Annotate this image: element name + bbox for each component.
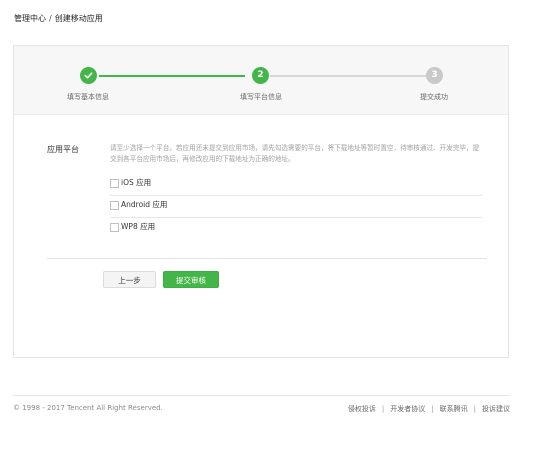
footer-separator: | — [473, 405, 476, 413]
submit-review-button[interactable]: 提交审核 — [163, 271, 219, 288]
step-1-label: 填写基本信息 — [67, 93, 109, 101]
footer-divider — [13, 395, 510, 396]
step-indicator: 2 3 填写基本信息 填写平台信息 提交成功 — [14, 46, 508, 115]
platform-option-wp8[interactable]: WP8 应用 — [110, 217, 482, 239]
step-1-check-icon — [80, 67, 97, 84]
platform-option-android[interactable]: Android 应用 — [110, 195, 482, 218]
footer-link-feedback[interactable]: 投诉建议 — [482, 405, 510, 413]
step-2-label: 填写平台信息 — [240, 93, 282, 101]
footer-separator: | — [381, 405, 385, 413]
ios-checkbox[interactable] — [110, 179, 119, 188]
footer-link-infringement[interactable]: 侵权投诉 — [348, 405, 376, 413]
breadcrumb: 管理中心 / 创建移动应用 — [14, 13, 103, 24]
breadcrumb-separator: / — [49, 14, 52, 23]
step-2-number: 2 — [252, 67, 269, 84]
ios-option-label[interactable]: iOS 应用 — [121, 177, 151, 188]
form-divider — [47, 258, 487, 259]
platform-field-label: 应用平台 — [47, 145, 79, 154]
platform-option-ios[interactable]: iOS 应用 — [110, 173, 482, 196]
breadcrumb-parent-link[interactable]: 管理中心 — [14, 14, 46, 23]
footer-link-contact-tencent[interactable]: 联系腾讯 — [440, 405, 468, 413]
copyright-text: © 1998 - 2017 Tencent All Right Reserved… — [13, 404, 163, 412]
footer-links: 侵权投诉 | 开发者协议 | 联系腾讯 | 投诉建议 — [348, 404, 510, 414]
breadcrumb-current: 创建移动应用 — [54, 14, 103, 23]
step-3-label: 提交成功 — [420, 93, 448, 101]
android-checkbox[interactable] — [110, 201, 119, 210]
android-option-label[interactable]: Android 应用 — [121, 199, 167, 210]
footer-separator: | — [431, 405, 434, 413]
create-app-panel: 2 3 填写基本信息 填写平台信息 提交成功 应用平台 请至少选择一个平台。若应… — [13, 45, 509, 358]
wp8-option-label[interactable]: WP8 应用 — [121, 221, 155, 232]
previous-step-button[interactable]: 上一步 — [103, 271, 156, 288]
checkmark-icon — [84, 72, 93, 79]
footer-link-developer-agreement[interactable]: 开发者协议 — [390, 405, 425, 413]
step-connector-1 — [99, 75, 245, 77]
step-3-number: 3 — [426, 67, 443, 84]
wp8-checkbox[interactable] — [110, 223, 119, 232]
step-connector-2 — [270, 75, 426, 77]
platform-hint-text: 请至少选择一个平台。若应用还未提交到应用市场，请先勾选需要的平台，将下载地址等暂… — [110, 144, 480, 163]
